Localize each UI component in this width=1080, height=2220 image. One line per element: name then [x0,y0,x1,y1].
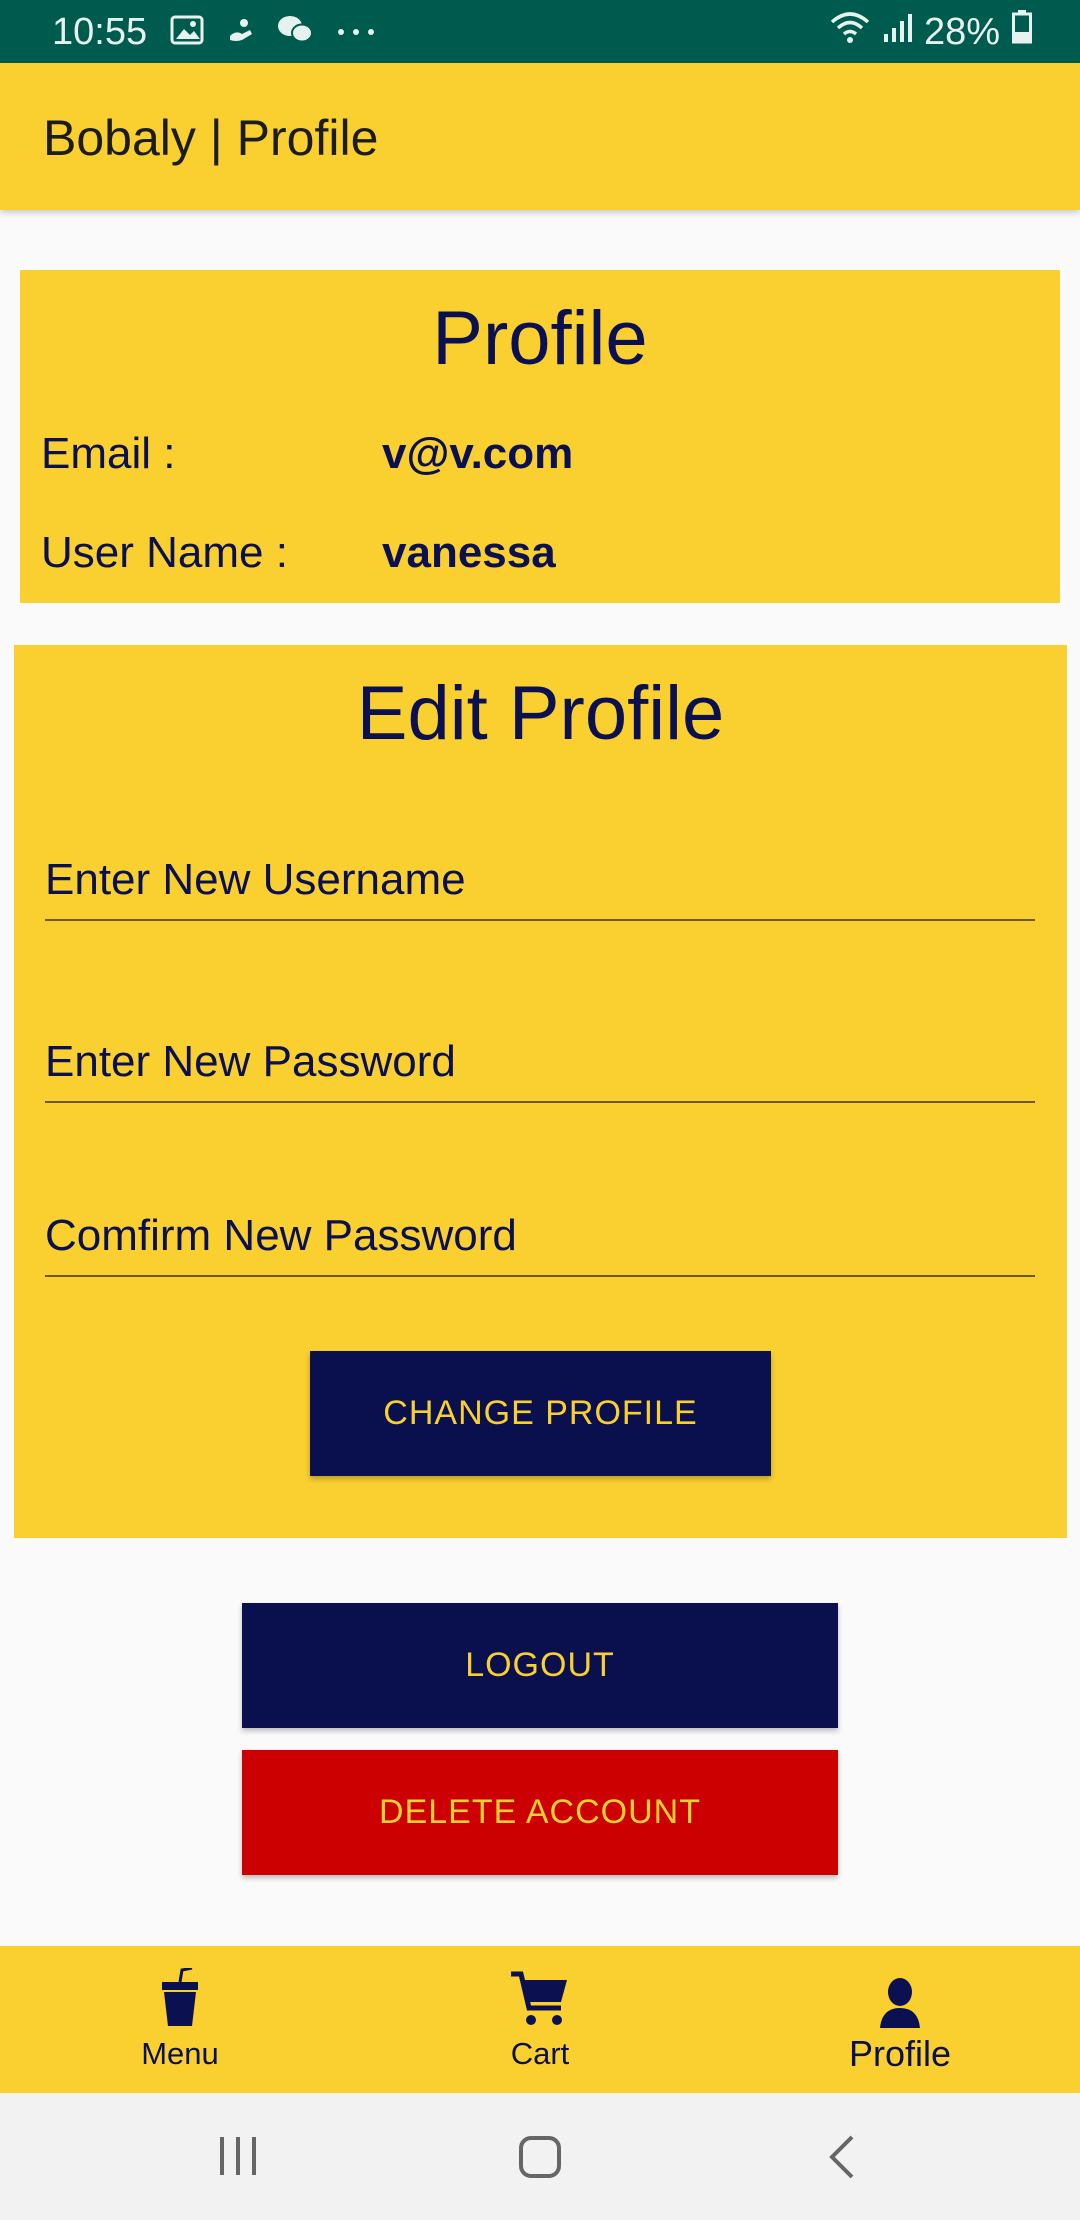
status-bar: 10:55 28% [0,0,1080,63]
nav-item-cart[interactable]: Cart [360,1946,720,2093]
drink-cup-icon [158,1968,202,2028]
change-profile-button[interactable]: CHANGE PROFILE [310,1351,771,1476]
notification-icons [170,14,376,51]
confirm-password-field [45,1211,1035,1277]
person-icon [880,1970,920,2028]
confirm-password-input[interactable] [45,1211,1035,1275]
email-value: v@v.com [382,429,574,478]
profile-title: Profile [432,296,648,381]
nav-label-profile: Profile [848,2033,952,2074]
new-password-input[interactable] [45,1037,1035,1101]
system-status-icons: 28% [830,8,1032,56]
app-bar: Bobaly | Profile [0,63,1080,210]
edit-profile-title: Edit Profile [356,671,725,756]
back-icon[interactable] [828,2135,856,2184]
nav-item-profile[interactable]: Profile [720,1946,1080,2093]
recent-apps-icon[interactable] [218,2137,258,2180]
gallery-icon [170,15,204,50]
nav-label-menu: Menu [141,2036,219,2071]
nav-label-cart: Cart [510,2036,570,2071]
battery-icon [1012,8,1032,56]
username-label: User Name : [41,528,288,577]
new-password-field [45,1037,1035,1103]
signal-icon [882,8,912,56]
system-navigation-bar [0,2093,1080,2220]
cart-icon [509,1970,571,2028]
new-username-input[interactable] [45,855,1035,919]
username-value: vanessa [382,528,556,577]
wifi-icon [830,8,870,56]
wechat-icon [276,14,314,51]
app-title: Bobaly | Profile [43,110,379,166]
delete-account-button[interactable]: DELETE ACCOUNT [242,1750,838,1875]
edit-profile-card: Edit Profile CHANGE PROFILE [14,645,1067,1538]
battery-percent: 28% [923,11,1000,53]
profile-card: Profile Email : v@v.com User Name : vane… [20,270,1060,603]
nav-item-menu[interactable]: Menu [0,1946,360,2093]
hand-icon [226,16,254,49]
logout-button[interactable]: LOGOUT [242,1603,838,1728]
home-icon[interactable] [518,2135,562,2184]
status-time: 10:55 [52,11,148,53]
email-label: Email : [41,429,176,478]
bottom-navigation: Menu Cart Profile [0,1946,1080,2093]
more-notifications-icon [336,24,376,42]
new-username-field [45,855,1035,921]
